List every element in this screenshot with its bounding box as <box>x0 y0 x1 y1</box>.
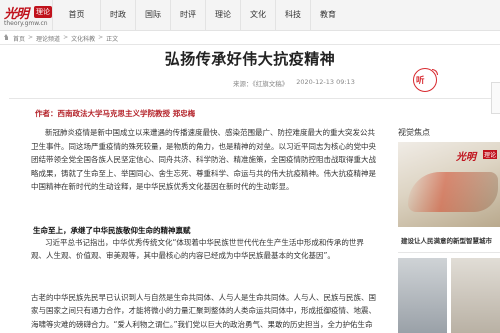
article-author: 作者：西南政法大学马克思主义学院教授 郑忠梅 <box>35 109 196 118</box>
nav-item-home[interactable]: 首页 <box>52 0 100 30</box>
side-toolbar[interactable] <box>491 82 500 114</box>
article-source: 来源：《红旗文稿》 <box>233 80 289 88</box>
featured-logo: 光明 <box>456 152 476 163</box>
featured-image[interactable]: 光明 理论 <box>398 142 500 227</box>
audio-wave-icon <box>432 69 438 75</box>
section-heading: 生命至上，承继了中华民族敬仰生命的精神禀赋 <box>33 226 191 235</box>
thumbnail-image[interactable] <box>398 258 447 333</box>
logo-url: theory.gmw.cn <box>4 20 48 27</box>
divider <box>398 252 500 253</box>
paragraph: 习近平总书记指出，中华优秀传统文化“体现着中华民族世世代代在生产生活中形成和传承… <box>31 238 364 261</box>
nav-item-international[interactable]: 国际 <box>135 0 170 30</box>
site-logo[interactable]: 光明 理论 theory.gmw.cn <box>4 3 54 29</box>
main-nav: 首页 时政 国际 时评 理论 文化 科技 教育 <box>52 0 345 30</box>
divider <box>9 98 491 99</box>
breadcrumb-theory[interactable]: 理论频道 <box>36 34 60 43</box>
article-meta: 来源：《红旗文稿》 2020-12-13 09:13 <box>233 78 355 88</box>
article-date: 2020-12-13 09:13 <box>296 78 355 86</box>
divider <box>0 44 500 45</box>
top-nav-bar: 光明 理论 theory.gmw.cn 首页 时政 国际 时评 理论 文化 科技… <box>0 0 500 31</box>
thumbnail-image[interactable] <box>451 258 500 333</box>
nav-item-commentary[interactable]: 时评 <box>170 0 205 30</box>
sidebar-title: 视觉焦点 <box>398 128 430 137</box>
nav-item-education[interactable]: 教育 <box>310 0 345 30</box>
featured-logo-tag: 理论 <box>483 150 498 159</box>
listen-label: 听 <box>416 76 425 86</box>
logo-tag: 理论 <box>34 6 52 18</box>
article-title: 弘扬传承好伟大抗疫精神 <box>164 50 336 68</box>
nav-item-politics[interactable]: 时政 <box>100 0 135 30</box>
paragraph: 古老的中华民族先民早已认识到人与自然是生命共同体、人与人是生命共同体。人与人、民… <box>31 293 376 329</box>
nav-item-theory[interactable]: 理论 <box>205 0 240 30</box>
nav-item-culture[interactable]: 文化 <box>240 0 275 30</box>
breadcrumb-current: 正文 <box>106 36 119 43</box>
featured-caption[interactable]: 建设让人民满意的新型智慧城市 <box>401 235 500 245</box>
paragraph: 新冠肺炎疫情是新中国成立以来遭遇的传播速度最快、感染范围最广、防控难度最大的重大… <box>31 128 376 192</box>
breadcrumb-home[interactable]: 首页 <box>13 34 25 43</box>
nav-item-tech[interactable]: 科技 <box>275 0 310 30</box>
breadcrumb-culture[interactable]: 文化科教 <box>71 34 95 43</box>
breadcrumb: 首页 > 理论频道 > 文化科教 > 正文 <box>3 34 118 43</box>
listen-button[interactable]: 听 <box>413 68 438 92</box>
home-icon <box>3 34 10 41</box>
